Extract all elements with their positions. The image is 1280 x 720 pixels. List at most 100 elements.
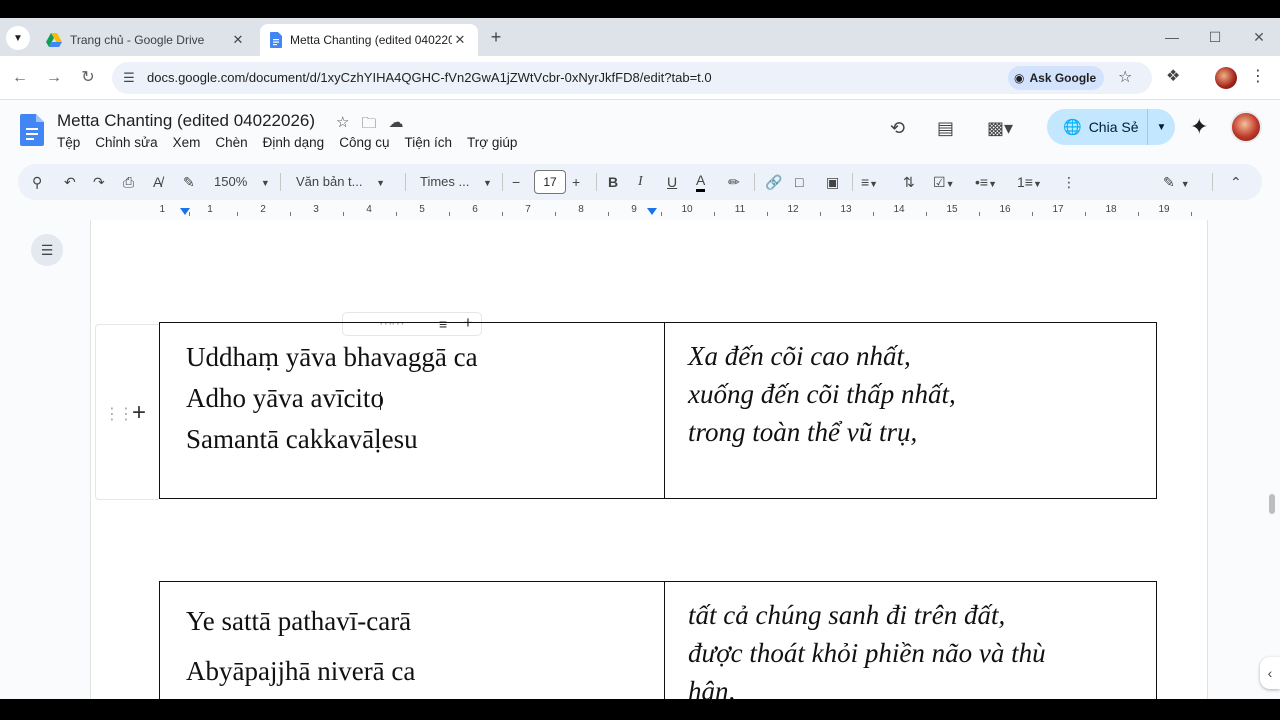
chant-table-2: Ye sattā pathavī-carā Abyāpajjhā niverā … bbox=[159, 581, 1157, 699]
ruler-tick bbox=[872, 212, 874, 216]
document-title[interactable]: Metta Chanting (edited 04022026) bbox=[57, 111, 315, 131]
document-outline-button[interactable]: ☰ bbox=[31, 234, 63, 266]
menu-view[interactable]: Xem bbox=[173, 135, 201, 150]
paragraph-style-select[interactable]: Văn bản t... ▼ bbox=[296, 172, 385, 192]
forward-arrow-icon[interactable]: → bbox=[42, 66, 66, 90]
share-dropdown-icon[interactable]: ▼ bbox=[1147, 109, 1175, 145]
print-icon[interactable]: ⎙ bbox=[123, 172, 134, 192]
decrease-font-size-icon[interactable]: − bbox=[512, 172, 520, 192]
menu-extensions[interactable]: Tiện ích bbox=[405, 135, 453, 150]
collapse-menus-icon[interactable]: ⌃ bbox=[1230, 172, 1242, 192]
vietnamese-cell[interactable]: Xa đến cõi cao nhất, xuống đến cõi thấp … bbox=[664, 322, 1157, 499]
bookmark-star-icon[interactable]: ☆ bbox=[1118, 67, 1132, 87]
checklist-icon[interactable]: ☑▼ bbox=[933, 172, 954, 192]
menu-file[interactable]: Tệp bbox=[57, 135, 80, 150]
increase-font-size-icon[interactable]: + bbox=[572, 172, 580, 192]
row-drag-handle-icon[interactable]: ⋮⋮ bbox=[104, 404, 134, 424]
ruler-tick bbox=[1137, 212, 1139, 216]
menu-edit[interactable]: Chỉnh sửa bbox=[95, 135, 157, 150]
ruler-tick bbox=[660, 212, 662, 216]
menu-help[interactable]: Trợ giúp bbox=[467, 135, 517, 150]
text-color-icon[interactable]: A bbox=[696, 172, 706, 192]
menu-format[interactable]: Định dạng bbox=[263, 135, 325, 150]
tab-google-drive[interactable]: Trang chủ - Google Drive ✕ bbox=[36, 24, 256, 56]
menu-insert[interactable]: Chèn bbox=[215, 135, 247, 150]
align-icon[interactable]: ≡▼ bbox=[861, 172, 878, 192]
ruler-label: 10 bbox=[681, 204, 693, 215]
toolbar-divider bbox=[1212, 173, 1213, 191]
share-button[interactable]: 🌐 Chia Sẻ ▼ bbox=[1047, 109, 1175, 145]
maximize-button[interactable]: ☐ bbox=[1201, 26, 1229, 48]
ruler-tick bbox=[607, 212, 609, 216]
tab-metta-chanting[interactable]: Metta Chanting (edited 040220 ✕ bbox=[260, 24, 478, 56]
user-avatar[interactable] bbox=[1230, 111, 1262, 143]
numbered-list-icon[interactable]: 1≡▼ bbox=[1017, 172, 1042, 192]
minimize-button[interactable]: — bbox=[1158, 26, 1186, 48]
extensions-icon[interactable]: ❖ bbox=[1166, 66, 1180, 86]
reload-icon[interactable]: ↻ bbox=[76, 66, 100, 90]
close-icon[interactable]: ✕ bbox=[230, 32, 246, 48]
vertical-scrollbar-thumb[interactable] bbox=[1269, 494, 1275, 514]
ruler-tick bbox=[554, 212, 556, 216]
pali-cell[interactable]: Ye sattā pathavī-carā Abyāpajjhā niverā … bbox=[159, 581, 665, 699]
bulleted-list-icon[interactable]: •≡▼ bbox=[975, 172, 997, 192]
font-family-select[interactable]: Times ... ▼ bbox=[420, 172, 492, 192]
pali-line: Samantā cakkavāḷesu bbox=[186, 424, 418, 454]
zoom-value: 150% bbox=[214, 174, 248, 189]
highlight-icon[interactable]: ✏ bbox=[728, 172, 740, 192]
gemini-sparkle-icon[interactable]: ✦ bbox=[1190, 114, 1208, 140]
close-icon[interactable]: ✕ bbox=[452, 32, 468, 48]
tab-search-button[interactable]: ▼ bbox=[6, 26, 30, 50]
url-text[interactable]: docs.google.com/document/d/1xyCzhYIHA4QG… bbox=[147, 70, 712, 85]
insert-link-icon[interactable]: 🔗 bbox=[765, 172, 782, 192]
toolbar-divider bbox=[280, 173, 281, 191]
spellcheck-icon[interactable]: A̸ bbox=[153, 172, 162, 192]
paint-format-icon[interactable]: ✎ bbox=[183, 172, 195, 192]
insert-image-icon[interactable]: ▣ bbox=[826, 172, 839, 192]
ruler[interactable]: 1 1 2 3 4 5 6 7 8 9 10 11 12 13 14 15 16 17 18 19 bbox=[90, 204, 1208, 218]
browser-menu-icon[interactable]: ⋮ bbox=[1250, 66, 1266, 86]
undo-icon[interactable]: ↶ bbox=[64, 172, 76, 192]
browser-window: ▼ Trang chủ - Google Drive ✕ Metta Chant… bbox=[0, 18, 1280, 699]
pali-line: Abyāpajjhā niverā ca bbox=[186, 656, 416, 686]
toolbar-divider bbox=[852, 173, 853, 191]
close-window-button[interactable]: ✕ bbox=[1245, 26, 1273, 48]
bold-icon[interactable]: B bbox=[608, 172, 618, 192]
meet-camera-icon[interactable]: ▩▾ bbox=[987, 118, 1013, 139]
ruler-tick bbox=[766, 212, 768, 216]
italic-icon[interactable]: I bbox=[638, 172, 643, 192]
editing-mode-icon[interactable]: ✎ ▼ bbox=[1163, 172, 1190, 192]
address-bar-row: ← → ↻ ☰ docs.google.com/document/d/1xyCz… bbox=[0, 56, 1280, 100]
profile-avatar[interactable] bbox=[1215, 67, 1237, 89]
zoom-select[interactable]: 150% ▼ bbox=[214, 172, 270, 192]
ask-google-button[interactable]: ◉ Ask Google bbox=[1008, 66, 1105, 90]
version-history-icon[interactable]: ⟲ bbox=[890, 118, 905, 139]
new-tab-button[interactable]: + bbox=[484, 26, 508, 50]
docs-logo-icon[interactable] bbox=[20, 114, 44, 146]
site-settings-icon[interactable]: ☰ bbox=[120, 69, 138, 87]
omnibox[interactable]: ☰ docs.google.com/document/d/1xyCzhYIHA4… bbox=[112, 62, 1152, 94]
ruler-tick bbox=[501, 212, 503, 216]
font-value: Times ... bbox=[420, 174, 470, 189]
toolbar-divider bbox=[596, 173, 597, 191]
font-size-input[interactable]: 17 bbox=[534, 170, 566, 194]
menu-tools[interactable]: Công cụ bbox=[339, 135, 389, 150]
ruler-tick bbox=[395, 212, 397, 216]
vietnamese-cell[interactable]: tất cả chúng sanh đi trên đất, được thoá… bbox=[664, 581, 1157, 699]
right-indent-marker[interactable] bbox=[647, 208, 657, 215]
add-comment-icon[interactable]: □ bbox=[795, 172, 803, 192]
add-row-icon[interactable]: + bbox=[132, 399, 146, 427]
back-arrow-icon[interactable]: ← bbox=[8, 66, 32, 90]
more-options-icon[interactable]: ⋮ bbox=[1062, 172, 1076, 192]
ruler-tick bbox=[188, 212, 190, 216]
side-panel-toggle[interactable]: ‹ bbox=[1260, 657, 1280, 689]
ruler-tick bbox=[342, 212, 344, 216]
pali-cell[interactable]: Uddhaṃ yāva bhavaggā ca Adho yāva avīcit… bbox=[159, 322, 665, 499]
comments-icon[interactable]: ▤ bbox=[937, 118, 954, 139]
search-menus-icon[interactable]: ⚲ bbox=[32, 172, 42, 192]
table-row: Ye sattā pathavī-carā Abyāpajjhā niverā … bbox=[159, 581, 1157, 699]
underline-icon[interactable]: U bbox=[667, 172, 677, 192]
line-spacing-icon[interactable]: ⇅ bbox=[903, 172, 915, 192]
chevron-down-icon: ▼ bbox=[260, 178, 270, 188]
redo-icon[interactable]: ↷ bbox=[93, 172, 105, 192]
